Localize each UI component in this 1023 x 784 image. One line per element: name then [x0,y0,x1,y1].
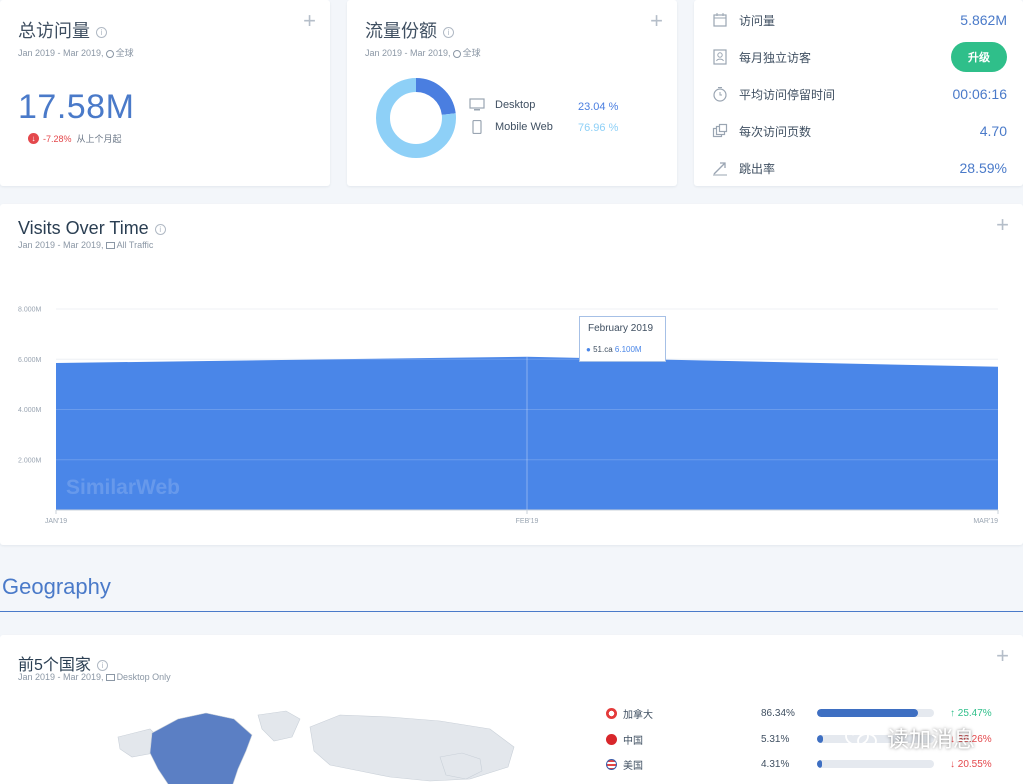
wechat-watermark: 读加消息 [843,722,975,754]
info-icon[interactable]: i [96,660,108,672]
calendar-icon [713,13,727,27]
legend-desktop: Desktop [469,98,535,112]
traffic-share-title: 流量份额 i [365,17,454,43]
desktop-icon [469,98,485,111]
country-row[interactable]: 美国 4.31% ↓ 20.55% [606,755,1006,773]
globe-icon [452,49,461,58]
share-bar-fill [817,760,823,768]
total-visits-value: 17.58M [18,88,135,126]
kpi-avg-duration: 平均访问停留时间 00:06:16 [712,83,1007,105]
x-tick-label: MAR'19 [973,518,998,525]
y-tick-label: 4.000M [18,407,42,414]
share-bar [817,709,934,717]
kpi-card: 访问量 5.862M 每月独立访客 升级 平均访问停留时间 00:06:16 每… [694,0,1023,186]
kpi-pages-value: 4.70 [979,123,1007,139]
map-land-eurasia [309,714,515,782]
mobile-icon [472,120,482,134]
map-land-greenland [257,710,301,742]
clock-icon [713,87,727,102]
top-countries-card: 前5个国家 i Jan 2019 - Mar 2019, Desktop Only … [0,635,1023,784]
share-bar [817,760,934,768]
upgrade-button[interactable]: 升级 [951,42,1007,72]
kpi-bounce-value: 28.59% [959,160,1007,176]
visits-over-time-card: Visits Over Time i Jan 2019 - Mar 2019, Al… [0,204,1023,545]
wechat-icon [845,726,877,749]
flag-canada-icon [606,707,617,719]
y-tick-label: 8.000M [18,307,42,314]
x-tick-label: JAN'19 [45,518,67,525]
total-visits-card: 总访问量 i Jan 2019 - Mar 2019, 全球 + 17.58M ↓ … [0,0,330,186]
y-tick-label: 6.000M [18,357,42,364]
kpi-bounce-rate: 跳出率 28.59% [712,157,1007,179]
geography-heading: Geography [2,574,111,599]
traffic-share-card: 流量份额 i Jan 2019 - Mar 2019, 全球 + Desktop 2… [347,0,677,186]
kpi-pages-per-visit: 每次访问页数 4.70 [712,120,1007,142]
kpi-avg-duration-value: 00:06:16 [952,86,1008,102]
top-countries-subtitle: Jan 2019 - Mar 2019, Desktop Only [18,672,171,682]
geography-divider [0,611,1023,612]
arrow-down-icon: ↓ [28,133,39,144]
bounce-icon [713,162,727,176]
legend-mobile: Mobile Web [469,120,553,134]
chart-watermark: SimilarWeb [66,476,180,499]
country-row[interactable]: 加拿大 86.34% ↑ 25.47% [606,704,1006,722]
tooltip-series: ● 51.ca 6.100M [586,345,642,354]
legend-mobile-value: 76.96 % [578,122,619,134]
globe-icon [105,49,114,58]
country-change: ↑ 25.47% [950,707,992,719]
add-widget-button[interactable]: + [303,10,316,32]
total-visits-title: 总访问量 i [18,17,107,43]
share-bar-fill [817,735,824,743]
add-widget-button[interactable]: + [996,645,1009,667]
traffic-share-donut [376,78,456,158]
flag-usa-icon [606,758,617,770]
world-map [117,710,515,784]
traffic-share-subtitle: Jan 2019 - Mar 2019, 全球 [365,48,481,58]
tooltip-title: February 2019 [588,323,654,334]
kpi-visits-value: 5.862M [960,12,1007,28]
y-tick-label: 2.000M [18,457,42,464]
country-change: ↓ 20.55% [950,758,992,770]
pages-icon [712,123,728,138]
total-visits-subtitle: Jan 2019 - Mar 2019, 全球 [18,48,134,58]
kpi-unique-visitors: 每月独立访客 升级 [712,42,1007,72]
desktop-icon [105,674,115,682]
total-visits-change: ↓ -7.28% 从上个月起 [28,132,122,145]
flag-china-icon [606,733,617,745]
visitor-icon [713,49,727,65]
chart-tooltip: February 2019 ● 51.ca 6.100M [579,316,666,362]
legend-desktop-value: 23.04 % [578,101,619,113]
add-widget-button[interactable]: + [650,10,663,32]
kpi-visits: 访问量 5.862M [712,9,1007,31]
info-icon[interactable]: i [96,26,107,38]
info-icon[interactable]: i [443,26,454,38]
map-land-canada [149,712,253,784]
x-tick-label: FEB'19 [516,518,539,525]
share-bar-fill [817,709,919,717]
